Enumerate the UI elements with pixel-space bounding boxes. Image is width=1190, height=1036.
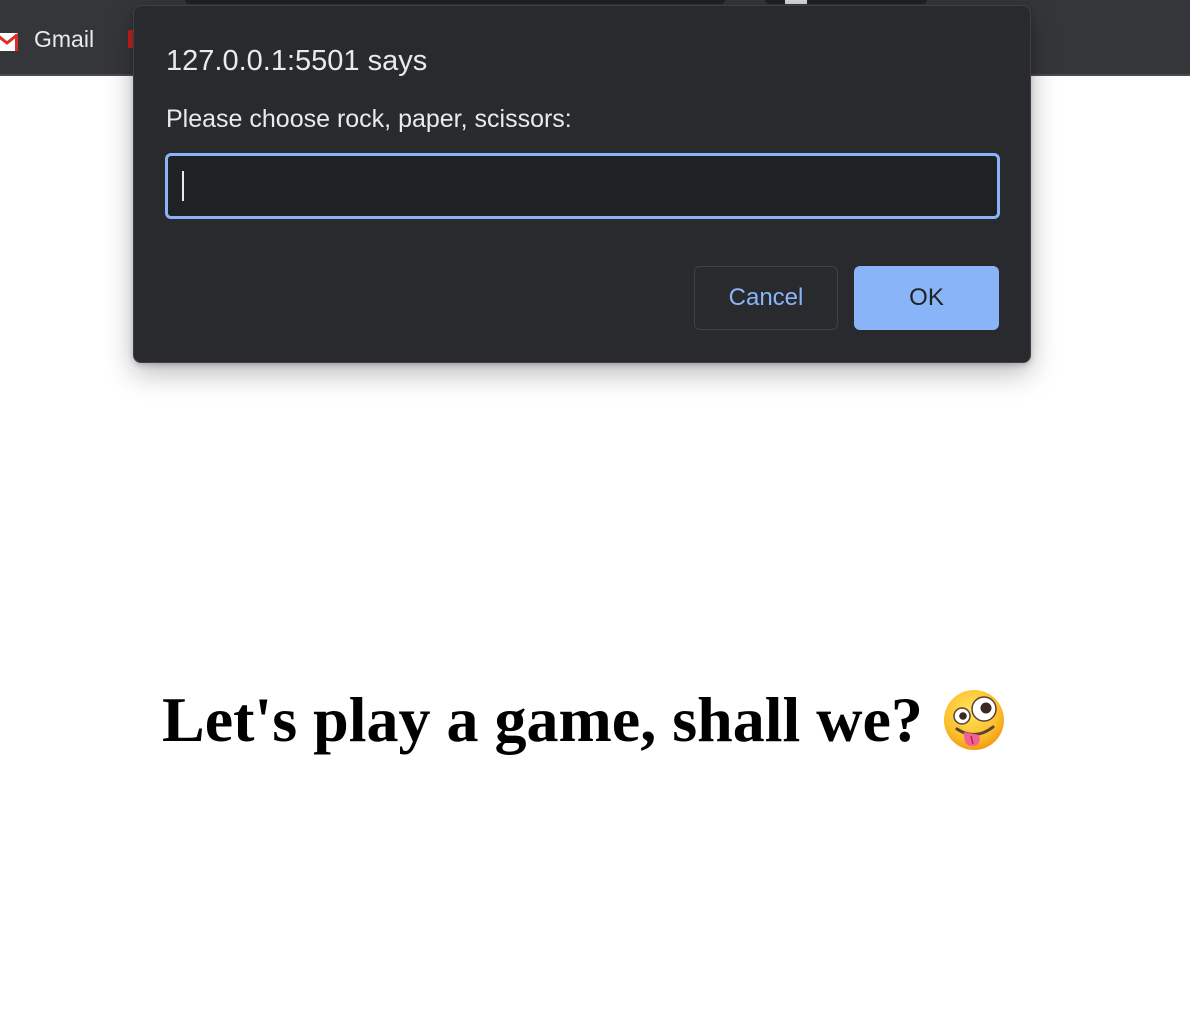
prompt-dialog: 127.0.0.1:5501 says Please choose rock, …	[133, 5, 1031, 363]
cancel-button[interactable]: Cancel	[694, 266, 838, 330]
prompt-input[interactable]	[165, 153, 1000, 219]
text-caret	[182, 171, 184, 201]
browser-tab[interactable]	[185, 0, 725, 4]
browser-tab[interactable]	[765, 0, 927, 4]
zany-face-icon	[943, 689, 1005, 751]
bookmark-gmail[interactable]: Gmail	[0, 24, 94, 54]
page-heading-text: Let's play a game, shall we?	[162, 684, 923, 755]
dialog-title: 127.0.0.1:5501 says	[166, 45, 428, 77]
ok-button[interactable]: OK	[854, 266, 999, 330]
tab-favicon-icon	[785, 0, 807, 4]
dialog-message: Please choose rock, paper, scissors:	[166, 105, 572, 133]
page-heading: Let's play a game, shall we?	[162, 680, 1005, 760]
bookmark-label: Gmail	[34, 25, 95, 52]
gmail-icon	[0, 30, 18, 51]
